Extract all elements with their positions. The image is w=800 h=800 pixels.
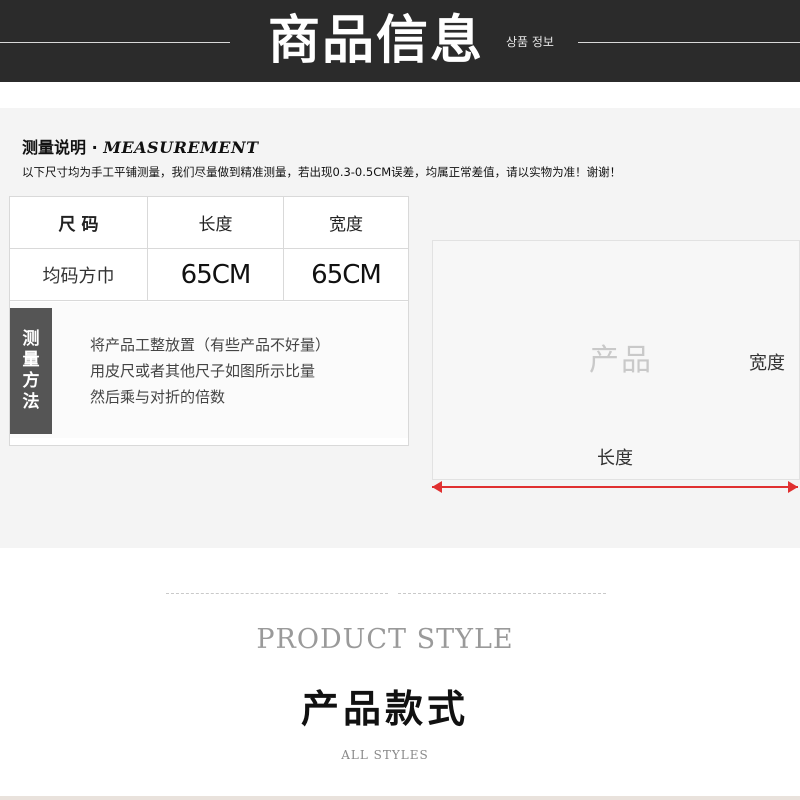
page-title: 商品信息 xyxy=(268,11,485,71)
method-tag-char: 量 xyxy=(22,350,40,370)
size-table-row-label: 均码方巾 xyxy=(10,249,148,301)
style-divider-right xyxy=(398,593,606,594)
header-banner: 商品信息 상품 정보 xyxy=(0,0,800,82)
measurement-method-panel: 测 量 方 法 将产品工整放置（有些产品不好量） 用皮尺或者其他尺子如图所示比量… xyxy=(10,302,408,438)
method-tag-char: 法 xyxy=(22,392,40,412)
method-line: 用皮尺或者其他尺子如图所示比量 xyxy=(90,362,316,380)
product-style-title-cn: 产品款式 xyxy=(300,686,469,731)
size-table-header-width: 宽度 xyxy=(284,197,408,249)
diagram-length-label: 长度 xyxy=(597,448,633,469)
size-table-header-length: 长度 xyxy=(148,197,284,249)
method-tag-char: 方 xyxy=(22,371,40,391)
size-table-width-value: 65CM xyxy=(284,249,408,301)
arrow-right-head-icon xyxy=(788,481,798,493)
diagram-width-label: 宽度 xyxy=(749,353,785,374)
method-tag-char: 测 xyxy=(22,329,40,349)
product-style-subtitle: ALL STYLES xyxy=(341,748,429,762)
banner-rule-right xyxy=(578,42,800,43)
measurement-method-tag: 测 量 方 法 xyxy=(10,308,52,434)
measurement-note: 以下尺寸均为手工平铺测量，我们尽量做到精准测量，若出现0.3-0.5CM误差，均… xyxy=(22,165,622,179)
product-style-title-en: PRODUCT STYLE xyxy=(256,624,514,655)
measurement-heading-en: MEASUREMENT xyxy=(103,138,259,157)
method-line: 将产品工整放置（有些产品不好量） xyxy=(90,336,331,354)
measurement-heading-cn: 测量说明 · xyxy=(22,138,104,157)
measurement-diagram: 产品 宽度 长度 xyxy=(432,240,800,480)
arrow-left-head-icon xyxy=(432,481,442,493)
method-line: 然后乘与对折的倍数 xyxy=(90,388,226,406)
measurement-heading: 测量说明 · MEASUREMENT xyxy=(22,134,259,158)
style-divider-left xyxy=(166,593,388,594)
size-table-length-value: 65CM xyxy=(148,249,284,301)
measurement-method-text: 将产品工整放置（有些产品不好量） 用皮尺或者其他尺子如图所示比量 然后乘与对折的… xyxy=(90,332,330,410)
length-arrow xyxy=(432,481,798,493)
bottom-image-strip xyxy=(0,796,800,800)
size-table-header-size: 尺 码 xyxy=(10,197,148,249)
diagram-product-label: 产品 xyxy=(589,343,653,378)
banner-rule-left xyxy=(0,42,230,43)
page-subtitle: 상품 정보 xyxy=(506,35,554,49)
